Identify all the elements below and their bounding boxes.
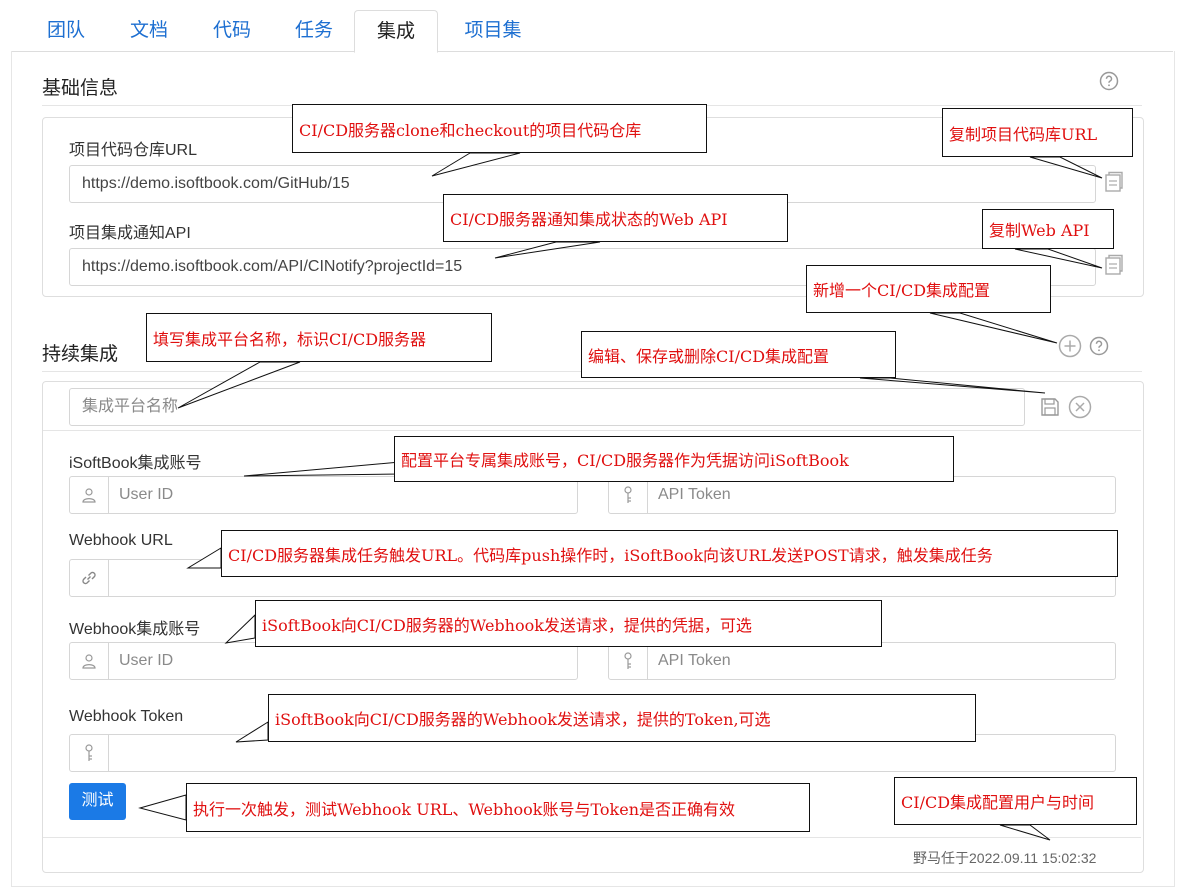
tab-tasks[interactable]: 任务 — [279, 10, 349, 52]
isoftbook-account-label: iSoftBook集成账号 — [69, 455, 202, 472]
tab-code[interactable]: 代码 — [197, 10, 267, 52]
platform-name-input[interactable]: 集成平台名称 — [69, 388, 1025, 426]
copy-icon[interactable] — [1102, 253, 1126, 277]
config-meta: 野马任于2022.09.11 15:02:32 — [913, 850, 1097, 866]
callout-copy-repo: 复制项目代码库URL — [942, 108, 1133, 157]
callout-webhook-url: CI/CD服务器集成任务触发URL。代码库push操作时，iSoftBook向该… — [221, 530, 1118, 577]
tab-bar: 团队 文档 代码 任务 集成 项目集 — [11, 2, 1173, 53]
repo-url-label: 项目代码仓库URL — [69, 142, 198, 159]
tab-integration[interactable]: 集成 — [354, 10, 438, 53]
api-token-placeholder: API Token — [658, 652, 731, 669]
divider — [43, 837, 1141, 838]
callout-edit-config: 编辑、保存或删除CI/CD集成配置 — [581, 331, 896, 378]
callout-isoftbook-account: 配置平台专属集成账号，CI/CD服务器作为凭据访问iSoftBook — [394, 436, 954, 482]
tab-project-set[interactable]: 项目集 — [451, 10, 535, 52]
callout-add-config: 新增一个CI/CD集成配置 — [806, 265, 1051, 313]
notify-api-label: 项目集成通知API — [69, 225, 191, 242]
callout-copy-api: 复制Web API — [982, 209, 1114, 249]
user-icon — [70, 477, 109, 513]
plus-circle-icon[interactable] — [1057, 333, 1083, 359]
tab-docs[interactable]: 文档 — [114, 10, 184, 52]
callout-notify-api: CI/CD服务器通知集成状态的Web API — [443, 194, 788, 242]
callout-test: 执行一次触发，测试Webhook URL、Webhook账号与Token是否正确… — [186, 783, 810, 832]
api-token-placeholder: API Token — [658, 486, 731, 503]
callout-webhook-account: iSoftBook向CI/CD服务器的Webhook发送请求，提供的凭据，可选 — [255, 600, 882, 647]
link-icon — [70, 560, 109, 596]
delete-icon[interactable] — [1067, 394, 1093, 420]
user-icon — [70, 643, 109, 679]
callout-webhook-token: iSoftBook向CI/CD服务器的Webhook发送请求，提供的Token,… — [268, 694, 976, 742]
webhook-api-token-input[interactable]: API Token — [608, 642, 1116, 680]
test-button[interactable]: 测试 — [69, 783, 126, 820]
help-icon[interactable] — [1088, 335, 1110, 357]
user-id-placeholder: User ID — [119, 486, 174, 503]
callout-repo-url: CI/CD服务器clone和checkout的项目代码仓库 — [292, 104, 707, 153]
webhook-account-label: Webhook集成账号 — [69, 621, 201, 638]
key-icon — [609, 477, 648, 513]
tab-team[interactable]: 团队 — [31, 10, 101, 52]
webhook-url-label: Webhook URL — [69, 532, 173, 549]
webhook-user-id-input[interactable]: User ID — [69, 642, 578, 680]
user-id-placeholder: User ID — [119, 652, 174, 669]
webhook-token-label: Webhook Token — [69, 708, 184, 725]
basic-info-title: 基础信息 — [42, 78, 119, 99]
copy-icon[interactable] — [1102, 170, 1126, 194]
callout-platform-name: 填写集成平台名称，标识CI/CD服务器 — [146, 313, 492, 362]
ci-section-title: 持续集成 — [42, 344, 119, 365]
callout-config-meta: CI/CD集成配置用户与时间 — [894, 777, 1137, 825]
divider — [43, 430, 1141, 431]
key-icon — [609, 643, 648, 679]
key-icon — [70, 735, 109, 771]
save-icon[interactable] — [1038, 395, 1062, 419]
help-icon[interactable] — [1098, 70, 1120, 92]
